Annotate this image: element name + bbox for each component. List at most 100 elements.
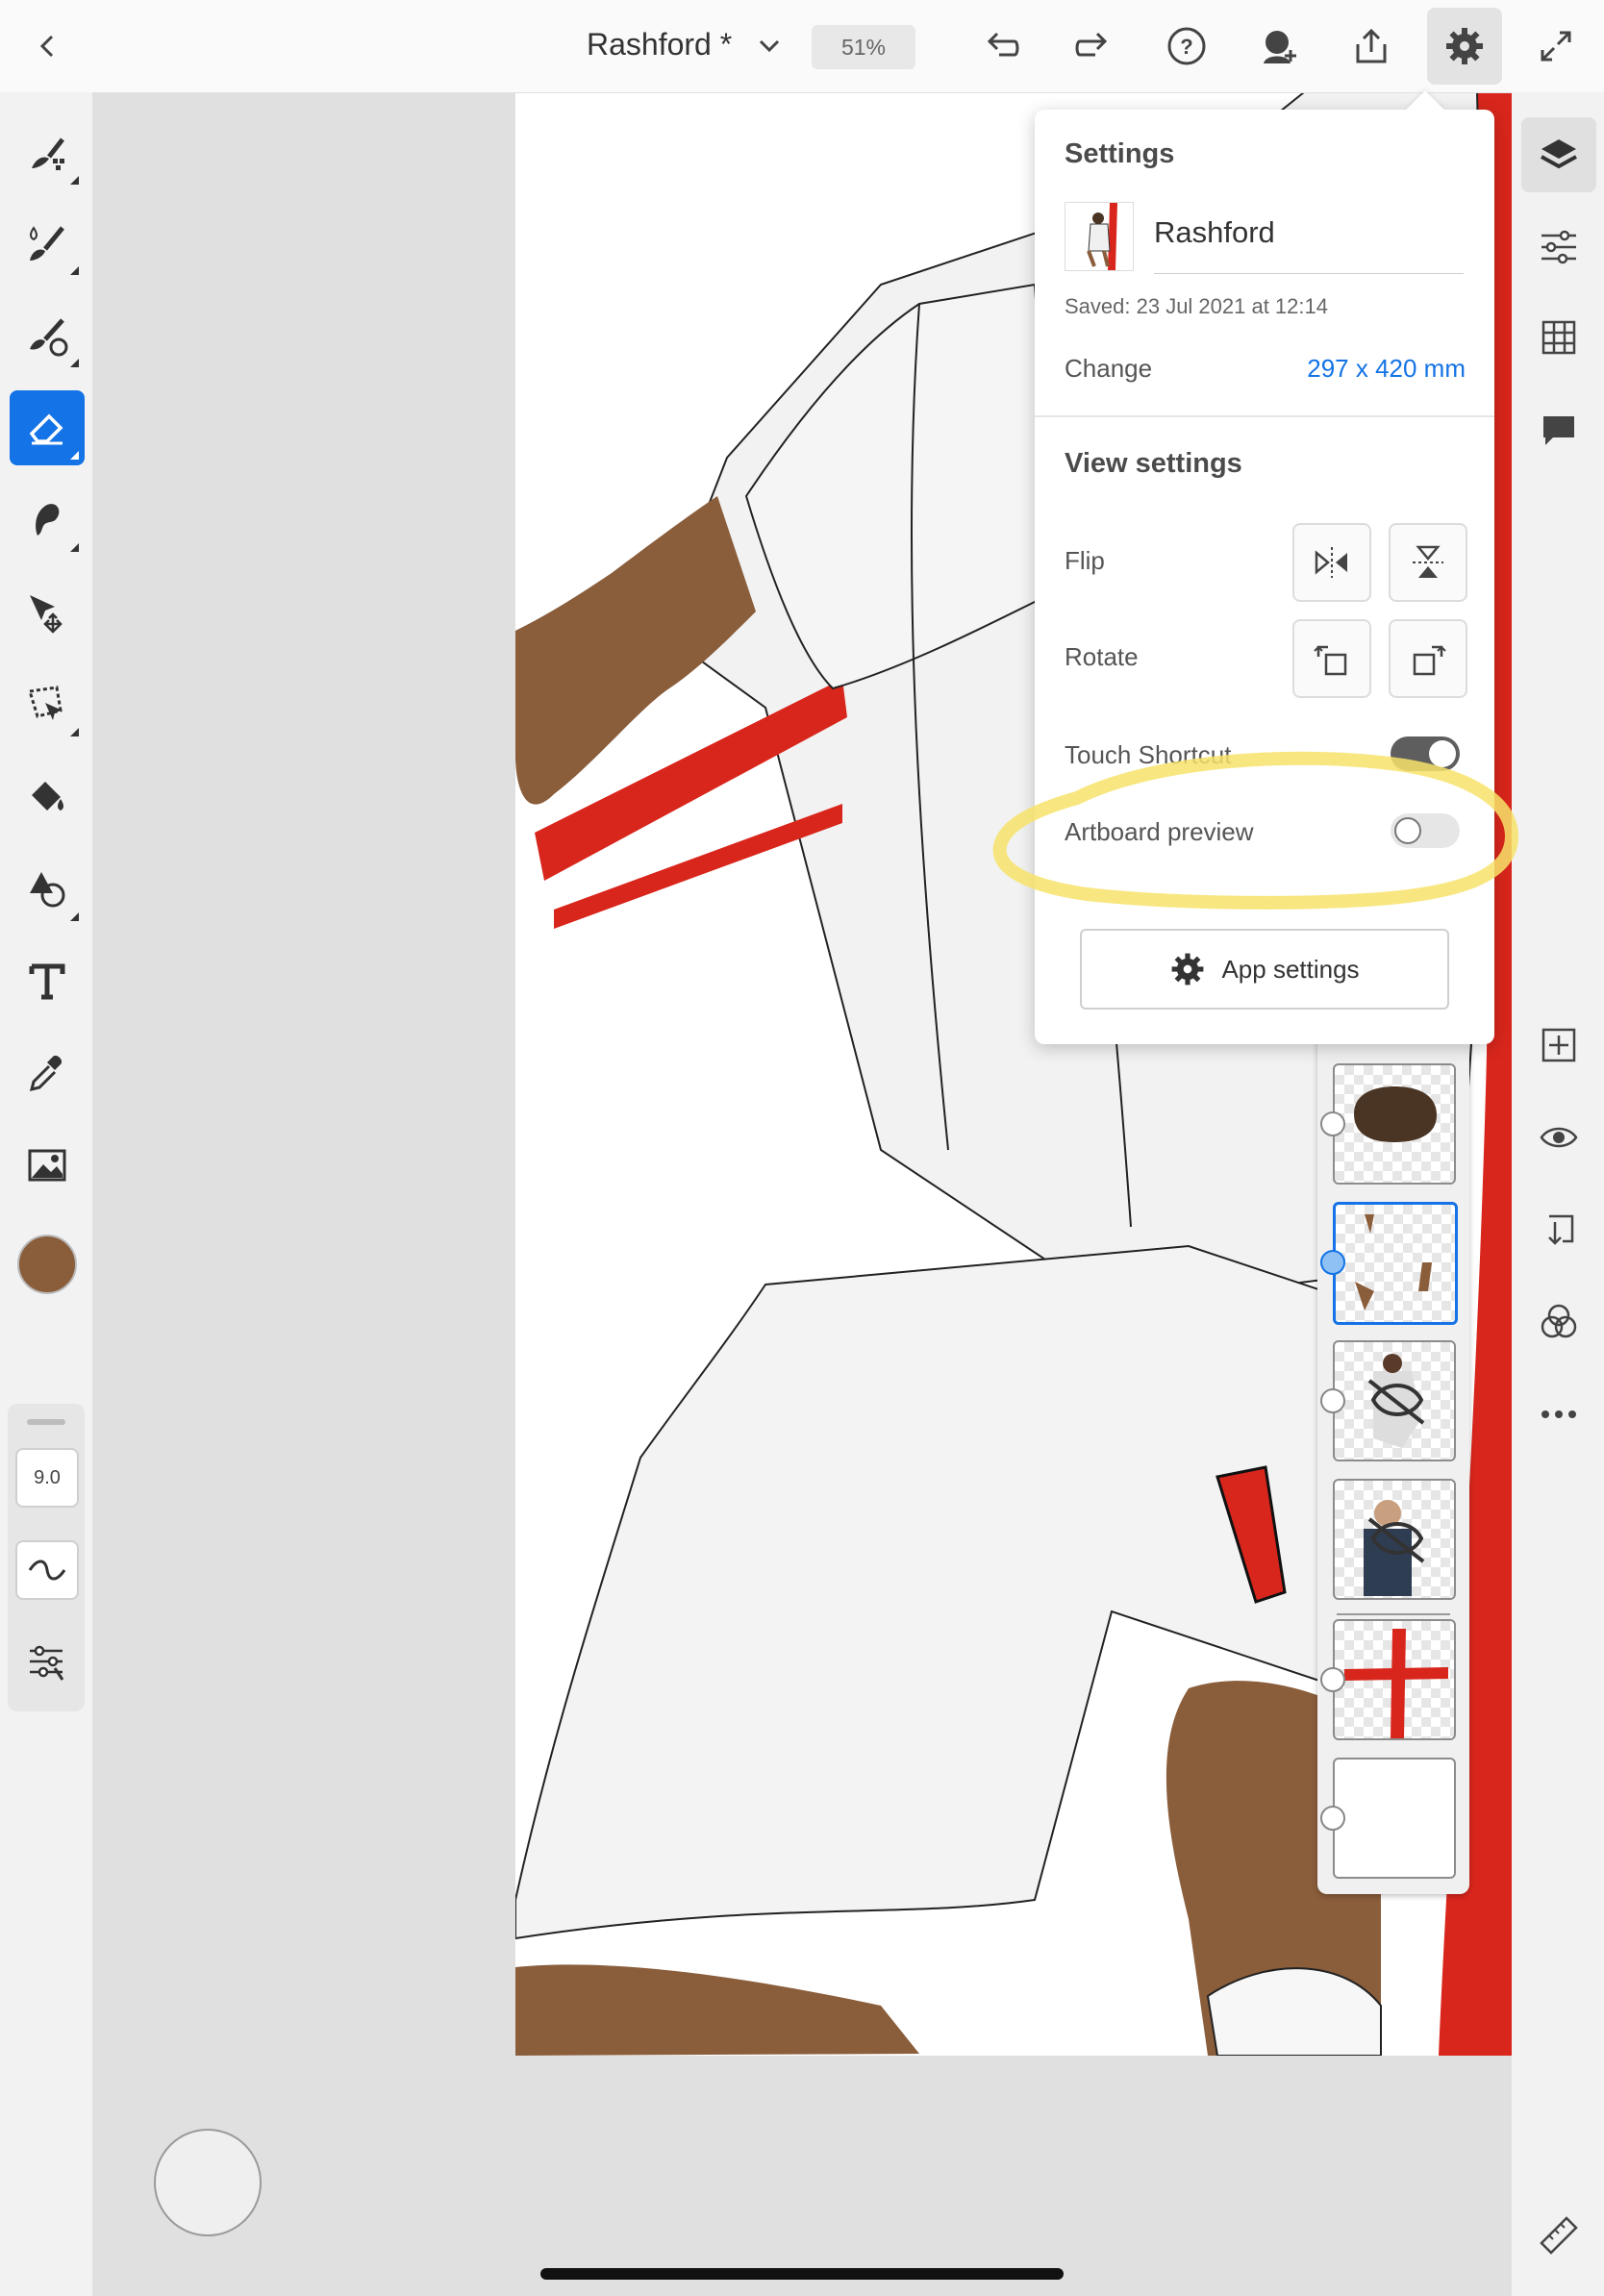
name-underline	[1154, 273, 1464, 274]
tool-eraser[interactable]	[10, 390, 85, 465]
more-button[interactable]	[1521, 1377, 1596, 1452]
smudge-icon	[36, 504, 60, 536]
rotate-left-button[interactable]	[1292, 619, 1371, 698]
layer-indicator-selected[interactable]	[1320, 1250, 1345, 1275]
tool-live-brush[interactable]	[10, 206, 85, 281]
right-toolbar	[1512, 92, 1604, 2296]
chevron-left-icon	[39, 35, 54, 58]
layer-skin-selected[interactable]	[1333, 1202, 1458, 1325]
top-bar: Rashford * 51% ?	[0, 0, 1604, 93]
brush-options-button[interactable]	[19, 1635, 73, 1688]
smoothing-button[interactable]	[15, 1540, 79, 1600]
add-layer-button[interactable]	[1521, 1008, 1596, 1083]
share-button[interactable]	[1337, 12, 1406, 81]
merge-icon	[1548, 1214, 1574, 1245]
tool-shape[interactable]	[10, 852, 85, 927]
chevron-down-icon	[759, 39, 780, 53]
drag-handle[interactable]	[27, 1419, 65, 1425]
document-thumbnail-image	[1087, 203, 1117, 270]
title-menu-button[interactable]	[735, 12, 804, 81]
flip-horizontal-button[interactable]	[1292, 523, 1371, 602]
layer-thumbnail	[1367, 1354, 1425, 1448]
comment-icon	[1543, 416, 1574, 445]
tool-text[interactable]	[10, 944, 85, 1019]
undo-icon	[987, 32, 1019, 57]
brush-size[interactable]: 9.0	[15, 1448, 79, 1508]
text-icon	[29, 963, 65, 1000]
document-title[interactable]: Rashford *	[587, 27, 732, 62]
visibility-icon	[1540, 1127, 1578, 1148]
change-size-label: Change	[1065, 354, 1153, 383]
help-button[interactable]: ?	[1152, 12, 1221, 81]
layer-indicator[interactable]	[1320, 1667, 1345, 1692]
touch-shortcut[interactable]	[154, 2129, 262, 2236]
help-icon: ?	[1167, 27, 1206, 65]
tool-vector-brush[interactable]	[10, 298, 85, 373]
redo-button[interactable]	[1058, 12, 1127, 81]
layer-background[interactable]	[1333, 1758, 1456, 1879]
layers-icon	[1541, 139, 1577, 169]
highlight-annotation	[992, 751, 1519, 910]
zoom-level[interactable]: 51%	[812, 25, 915, 69]
tool-fill[interactable]	[10, 760, 85, 835]
rotate-label: Rotate	[1065, 642, 1139, 671]
fullscreen-button[interactable]	[1521, 12, 1591, 81]
ruler-icon	[1540, 2216, 1578, 2255]
layer-thumbnail	[1354, 1086, 1437, 1142]
document-name[interactable]: Rashford	[1154, 215, 1275, 250]
flip-horizontal-icon	[1315, 547, 1347, 578]
layer-properties-button[interactable]	[1521, 210, 1596, 285]
lasso-icon	[28, 686, 63, 720]
layer-photo-reference[interactable]	[1333, 1340, 1456, 1461]
back-button[interactable]	[13, 12, 83, 81]
settings-header: Settings	[1065, 138, 1175, 169]
ruler-button[interactable]	[1521, 2198, 1596, 2273]
image-icon	[28, 1149, 66, 1182]
tool-image[interactable]	[10, 1129, 85, 1204]
left-toolbar: 9.0	[0, 92, 92, 2296]
flip-vertical-icon	[1413, 545, 1443, 578]
eraser-icon	[29, 413, 63, 445]
layer-hair[interactable]	[1333, 1063, 1456, 1185]
more-icon	[1541, 1410, 1576, 1418]
gear-icon	[1172, 953, 1204, 986]
layer-indicator[interactable]	[1320, 1806, 1345, 1831]
flip-vertical-button[interactable]	[1389, 523, 1467, 602]
invite-button[interactable]	[1244, 12, 1314, 81]
sliders-icon	[30, 1645, 64, 1681]
tool-eyedropper[interactable]	[10, 1036, 85, 1111]
redo-icon	[1075, 32, 1108, 57]
rotate-right-button[interactable]	[1389, 619, 1467, 698]
document-thumbnail	[1065, 202, 1134, 271]
transform-icon	[30, 595, 63, 634]
layer-indicator[interactable]	[1320, 1388, 1345, 1413]
merge-button[interactable]	[1521, 1192, 1596, 1267]
layer-indicator[interactable]	[1320, 1111, 1345, 1136]
grid-button[interactable]	[1521, 300, 1596, 375]
eyedropper-icon	[29, 1055, 63, 1092]
tool-transform[interactable]	[10, 575, 85, 650]
app-settings-button[interactable]: App settings	[1080, 929, 1449, 1010]
view-settings-header: View settings	[1065, 448, 1242, 479]
visibility-button[interactable]	[1521, 1100, 1596, 1175]
blend-button[interactable]	[1521, 1285, 1596, 1360]
rotate-right-icon	[1413, 645, 1446, 676]
layer-red-cross[interactable]	[1333, 1619, 1456, 1740]
home-indicator	[540, 2268, 1064, 2280]
undo-button[interactable]	[967, 12, 1037, 81]
fill-icon	[32, 782, 63, 811]
layer-divider	[1337, 1613, 1450, 1615]
document-size-link[interactable]: 297 x 420 mm	[1307, 354, 1466, 384]
color-swatch[interactable]	[17, 1235, 77, 1294]
layers-button[interactable]	[1521, 117, 1596, 192]
tool-lasso[interactable]	[10, 667, 85, 742]
svg-text:?: ?	[1180, 35, 1192, 59]
section-divider	[1035, 415, 1494, 417]
layer-thumbnail	[1364, 1500, 1425, 1596]
comments-button[interactable]	[1521, 392, 1596, 467]
layer-photo-reference-2[interactable]	[1333, 1479, 1456, 1600]
tool-pixel-brush[interactable]	[10, 115, 85, 190]
tool-smudge[interactable]	[10, 483, 85, 558]
settings-button[interactable]	[1427, 8, 1502, 85]
add-layer-icon	[1541, 1028, 1576, 1062]
